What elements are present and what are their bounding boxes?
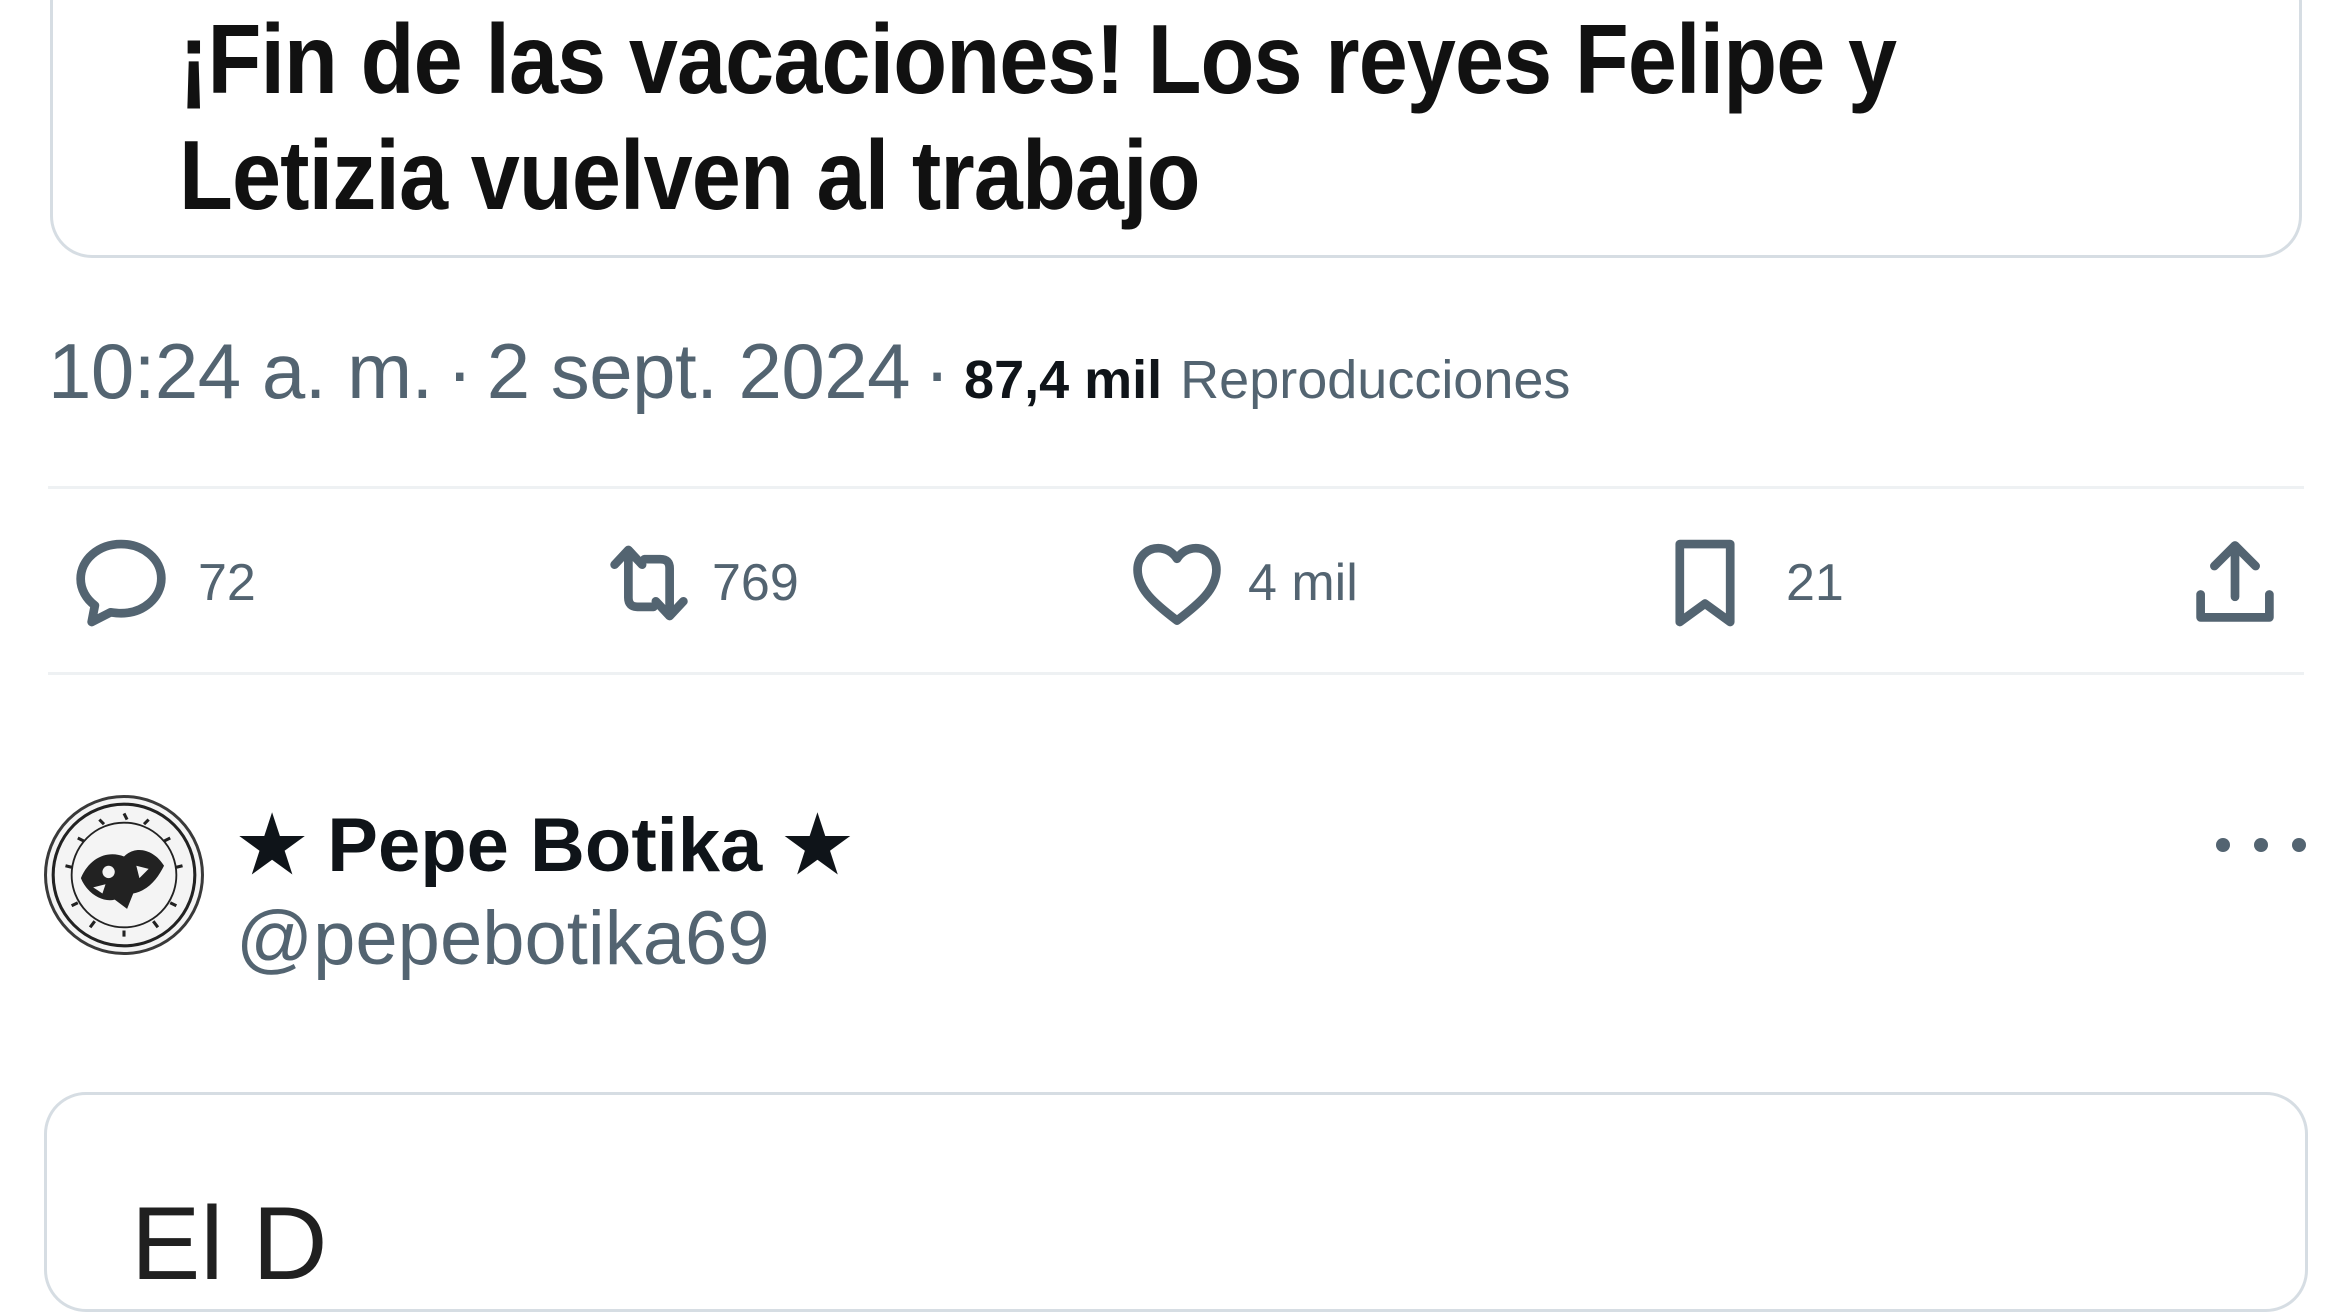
quoted-card[interactable]: El D [44, 1092, 2308, 1312]
card-headline: El D [131, 1186, 328, 1302]
views-label: Reproducciones [1180, 350, 1571, 410]
tweet-date[interactable]: 2 sept. 2024 [487, 326, 911, 417]
more-dot [2254, 838, 2268, 852]
meta-separator: · [924, 327, 951, 415]
tweet-time[interactable]: 10:24 a. m. [48, 326, 433, 417]
views-count: 87,4 mil [964, 350, 1163, 410]
reply-count: 72 [198, 554, 256, 612]
bookmark-count: 21 [1786, 554, 1844, 612]
like-icon [1122, 528, 1232, 638]
share-button[interactable] [2180, 528, 2290, 638]
reply-button[interactable]: 72 [66, 528, 256, 638]
like-button[interactable]: 4 mil [1122, 528, 1358, 638]
user-handle[interactable]: @pepebotika69 [236, 895, 770, 982]
quoted-card[interactable]: ¡Fin de las vacaciones! Los reyes Felipe… [50, 0, 2302, 258]
reply-icon [66, 528, 176, 638]
tweet-meta: 10:24 a. m. · 2 sept. 2024 · 87,4 mil Re… [48, 326, 1570, 417]
bookmark-icon [1650, 528, 1760, 638]
avatar-logo-icon [51, 802, 197, 948]
avatar[interactable] [44, 795, 204, 955]
more-icon[interactable] [2216, 820, 2306, 870]
retweet-button[interactable]: 769 [592, 528, 799, 638]
retweet-icon [592, 528, 706, 638]
retweet-count: 769 [712, 554, 799, 612]
divider [48, 672, 2304, 675]
meta-separator: · [446, 327, 473, 415]
card-headline: ¡Fin de las vacaciones! Los reyes Felipe… [179, 4, 1897, 230]
divider [48, 486, 2304, 489]
display-name[interactable]: ★ Pepe Botika ★ [238, 800, 852, 889]
share-icon [2180, 528, 2290, 638]
bookmark-button[interactable]: 21 [1650, 528, 1844, 638]
like-count: 4 mil [1248, 554, 1358, 612]
more-dot [2216, 838, 2230, 852]
more-dot [2292, 838, 2306, 852]
